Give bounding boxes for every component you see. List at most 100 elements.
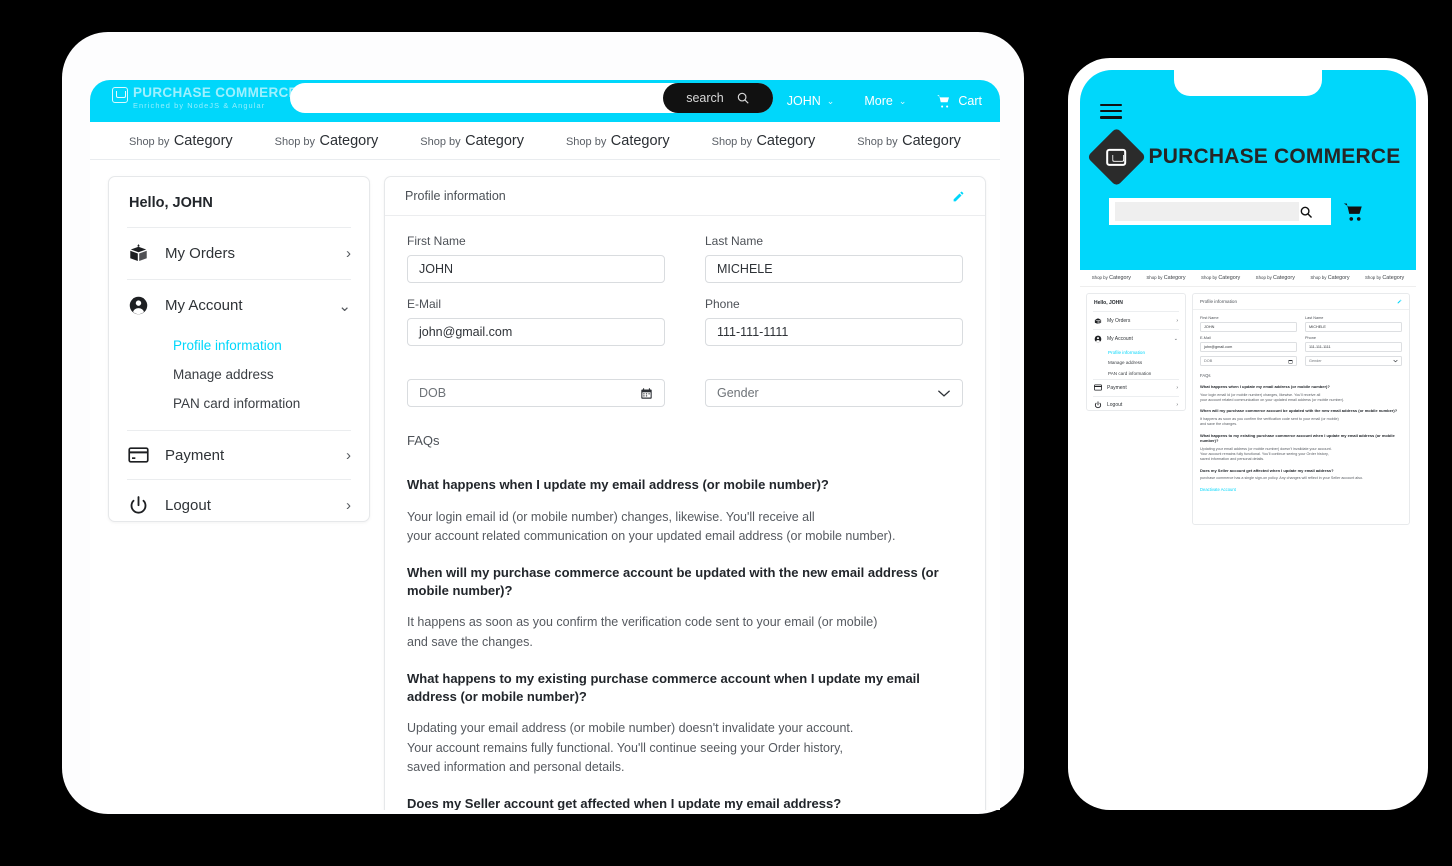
gender-select[interactable]: Gender: [705, 379, 963, 407]
credit-card-icon: [127, 446, 149, 464]
category-item[interactable]: Shop by Category: [1310, 275, 1349, 281]
phone-input[interactable]: 111-111-1111: [705, 318, 963, 346]
category-prefix: Shop by: [1364, 275, 1382, 280]
submenu-item-pan-card-information[interactable]: PAN card information: [109, 389, 369, 418]
category-item[interactable]: Shop by Category: [1256, 275, 1295, 281]
category-item[interactable]: Shop by Category: [275, 132, 379, 150]
category-prefix: Shop by: [1310, 275, 1327, 280]
gender-select[interactable]: Gender: [1305, 356, 1402, 366]
deactivate-account-link[interactable]: Deactivate Account: [1200, 487, 1402, 492]
email-input[interactable]: john@gmail.com: [407, 318, 665, 346]
category-item[interactable]: Shop by Category: [129, 132, 233, 150]
brand-name: PURCHASE COMMERCE: [133, 85, 298, 100]
email-value: john@gmail.com: [419, 325, 513, 339]
category-item[interactable]: Shop by Category: [1092, 275, 1131, 281]
phone-field: Phone 111-111-1111: [1305, 336, 1402, 352]
chevron-right-icon: ›: [346, 497, 351, 514]
category-name: Category: [1109, 275, 1131, 281]
submenu-item-manage-address[interactable]: Manage address: [1087, 358, 1185, 369]
account-submenu: Profile information Manage address PAN c…: [109, 331, 369, 430]
credit-card-icon: [1094, 384, 1102, 391]
sidebar-item-payment[interactable]: Payment ›: [1087, 380, 1185, 396]
cart-icon[interactable]: [1343, 202, 1365, 222]
category-prefix: Shop by: [1091, 275, 1108, 280]
phone-value: 111-111-1111: [1309, 345, 1331, 349]
search-input[interactable]: [304, 83, 664, 113]
category-prefix: Shop by: [857, 135, 898, 148]
submenu-item-manage-address[interactable]: Manage address: [109, 360, 369, 389]
power-icon: [127, 495, 149, 516]
gender-field: Gender: [705, 360, 963, 407]
category-name: Category: [1163, 275, 1186, 281]
brand-logo[interactable]: PURCHASE COMMERCE Enriched by NodeJS & A…: [112, 85, 298, 109]
last-name-input[interactable]: MICHELE: [705, 255, 963, 283]
category-item[interactable]: Shop by Category: [857, 132, 961, 150]
pencil-icon[interactable]: [952, 190, 965, 203]
chevron-right-icon: ›: [1176, 384, 1178, 391]
sidebar-item-logout[interactable]: Logout ›: [1087, 397, 1185, 414]
submenu-item-profile-information[interactable]: Profile information: [1087, 347, 1185, 358]
email-input[interactable]: john@gmail.com: [1200, 342, 1297, 352]
chevron-right-icon: ›: [346, 245, 351, 262]
gender-placeholder: Gender: [717, 386, 759, 400]
magnifier-icon[interactable]: [1299, 205, 1325, 219]
category-item[interactable]: Shop by Category: [1365, 275, 1404, 281]
category-item[interactable]: Shop by Category: [566, 132, 670, 150]
category-prefix: Shop by: [1201, 275, 1218, 280]
category-item[interactable]: Shop by Category: [1146, 275, 1185, 281]
gender-placeholder: Gender: [1309, 359, 1322, 363]
hamburger-icon[interactable]: [1100, 104, 1122, 123]
mobile-account-sidebar: Hello, JOHN My Orders › My Account ⌄ Pro…: [1086, 293, 1186, 411]
cart-icon: [936, 94, 952, 109]
dob-input[interactable]: DOB: [407, 379, 665, 407]
cart-button[interactable]: Cart: [936, 94, 982, 109]
chevron-down-icon: ⌄: [338, 297, 351, 315]
calendar-icon[interactable]: [640, 387, 653, 400]
more-menu[interactable]: More ⌄: [864, 94, 906, 108]
category-item[interactable]: Shop by Category: [420, 132, 524, 150]
submenu-item-profile-information[interactable]: Profile information: [109, 331, 369, 360]
sidebar-item-my-account[interactable]: My Account ⌄: [109, 280, 369, 331]
phone-input[interactable]: 111-111-1111: [1305, 342, 1402, 352]
category-name: Category: [1327, 275, 1350, 281]
pencil-icon[interactable]: [1397, 299, 1402, 304]
faq-question: What happens to my existing purchase com…: [407, 671, 920, 704]
faq-answer: Your login email id (or mobile number) c…: [407, 509, 896, 543]
sidebar-item-logout[interactable]: Logout ›: [109, 480, 369, 531]
chevron-right-icon: ›: [1176, 402, 1178, 409]
sidebar-item-payment[interactable]: Payment ›: [109, 431, 369, 479]
last-name-input[interactable]: MICHELE: [1305, 322, 1402, 332]
faq-answer: It happens as soon as you confirm the ve…: [407, 615, 878, 649]
category-item[interactable]: Shop by Category: [712, 132, 816, 150]
category-prefix: Shop by: [711, 135, 752, 148]
mobile-brand-logo[interactable]: PURCHASE COMMERCE: [1086, 127, 1401, 187]
page-title: Profile information: [405, 189, 506, 203]
last-name-field: Last Name MICHELE: [705, 234, 963, 283]
search-button[interactable]: search: [663, 83, 773, 113]
mobile-search-input[interactable]: [1115, 202, 1299, 221]
dob-field: DOB: [407, 360, 665, 407]
calendar-icon[interactable]: [1288, 359, 1293, 364]
person-icon: [127, 295, 149, 316]
first-name-input[interactable]: JOHN: [1200, 322, 1297, 332]
last-name-field: Last Name MICHELE: [1305, 316, 1402, 332]
sidebar-item-my-orders[interactable]: My Orders ›: [1087, 312, 1185, 329]
sidebar-item-label: Payment: [1107, 384, 1127, 391]
chevron-down-icon[interactable]: [1393, 359, 1398, 363]
first-name-input[interactable]: JOHN: [407, 255, 665, 283]
submenu-item-pan-card-information[interactable]: PAN card information: [1087, 368, 1185, 379]
sidebar-item-my-orders[interactable]: My Orders ›: [109, 228, 369, 279]
first-name-value: JOHN: [1204, 325, 1215, 329]
dob-field: DOB: [1200, 356, 1297, 366]
mobile-search-bar: [1109, 198, 1331, 225]
category-item[interactable]: Shop by Category: [1201, 275, 1240, 281]
user-menu[interactable]: JOHN ⌄: [787, 94, 835, 108]
notch: [1174, 70, 1322, 96]
search-bar: search: [290, 83, 773, 113]
sidebar-item-label: My Orders: [165, 245, 236, 262]
dob-input[interactable]: DOB: [1200, 356, 1297, 366]
profile-form: First Name JOHN Last Name MICHELE E-Mail…: [385, 216, 985, 417]
first-name-value: JOHN: [419, 262, 454, 276]
sidebar-item-my-account[interactable]: My Account ⌄: [1087, 330, 1185, 347]
chevron-down-icon[interactable]: [937, 389, 951, 398]
